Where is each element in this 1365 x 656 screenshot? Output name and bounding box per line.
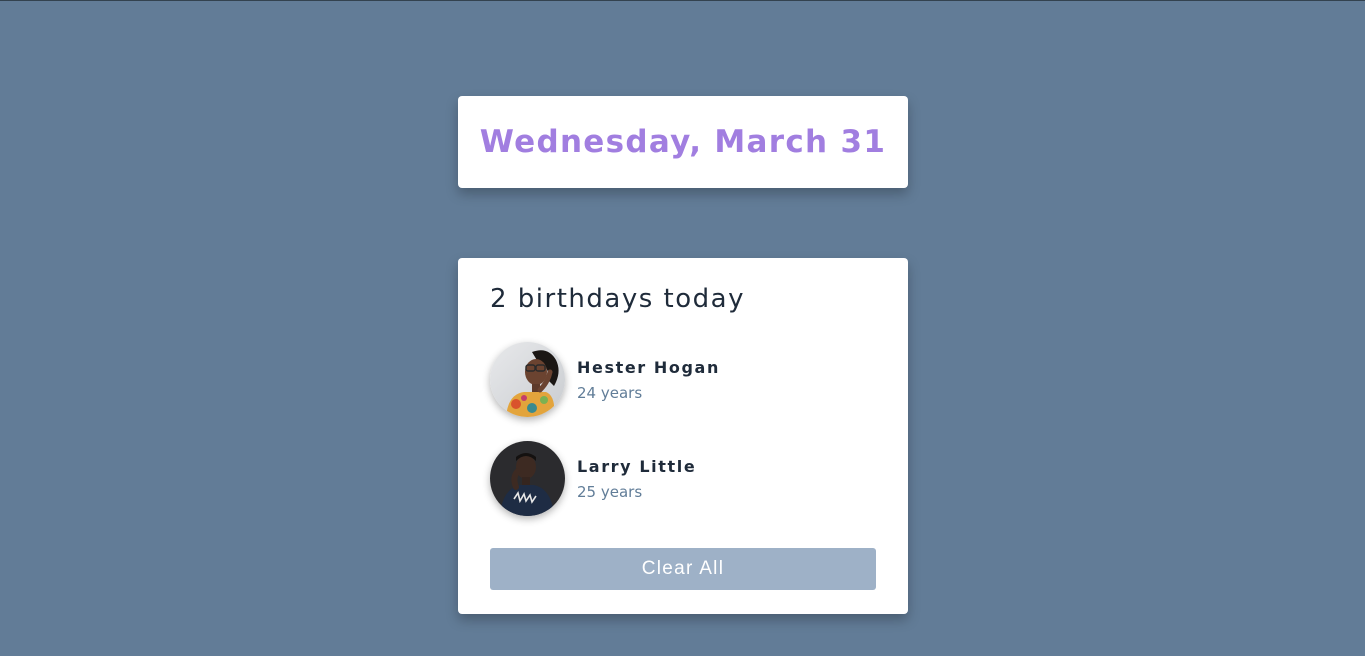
person-age: 25 years xyxy=(577,482,643,501)
person-name: Larry Little xyxy=(577,456,697,476)
person-age: 24 years xyxy=(577,383,643,402)
avatar xyxy=(490,441,565,516)
date-title: Wednesday, March 31 xyxy=(479,124,887,160)
person-name: Hester Hogan xyxy=(577,357,720,377)
avatar xyxy=(490,342,565,417)
birthday-card: 2 birthdays today Hester Hogan 24 years … xyxy=(458,258,908,614)
date-card: Wednesday, March 31 xyxy=(458,96,908,188)
birthday-count-heading: 2 birthdays today xyxy=(490,284,745,314)
person-info: Hester Hogan 24 years xyxy=(577,357,720,403)
person-item: Larry Little 25 years xyxy=(490,441,696,516)
person-item: Hester Hogan 24 years xyxy=(490,342,720,417)
person-info: Larry Little 25 years xyxy=(577,456,696,502)
clear-all-button[interactable]: Clear All xyxy=(490,548,876,590)
